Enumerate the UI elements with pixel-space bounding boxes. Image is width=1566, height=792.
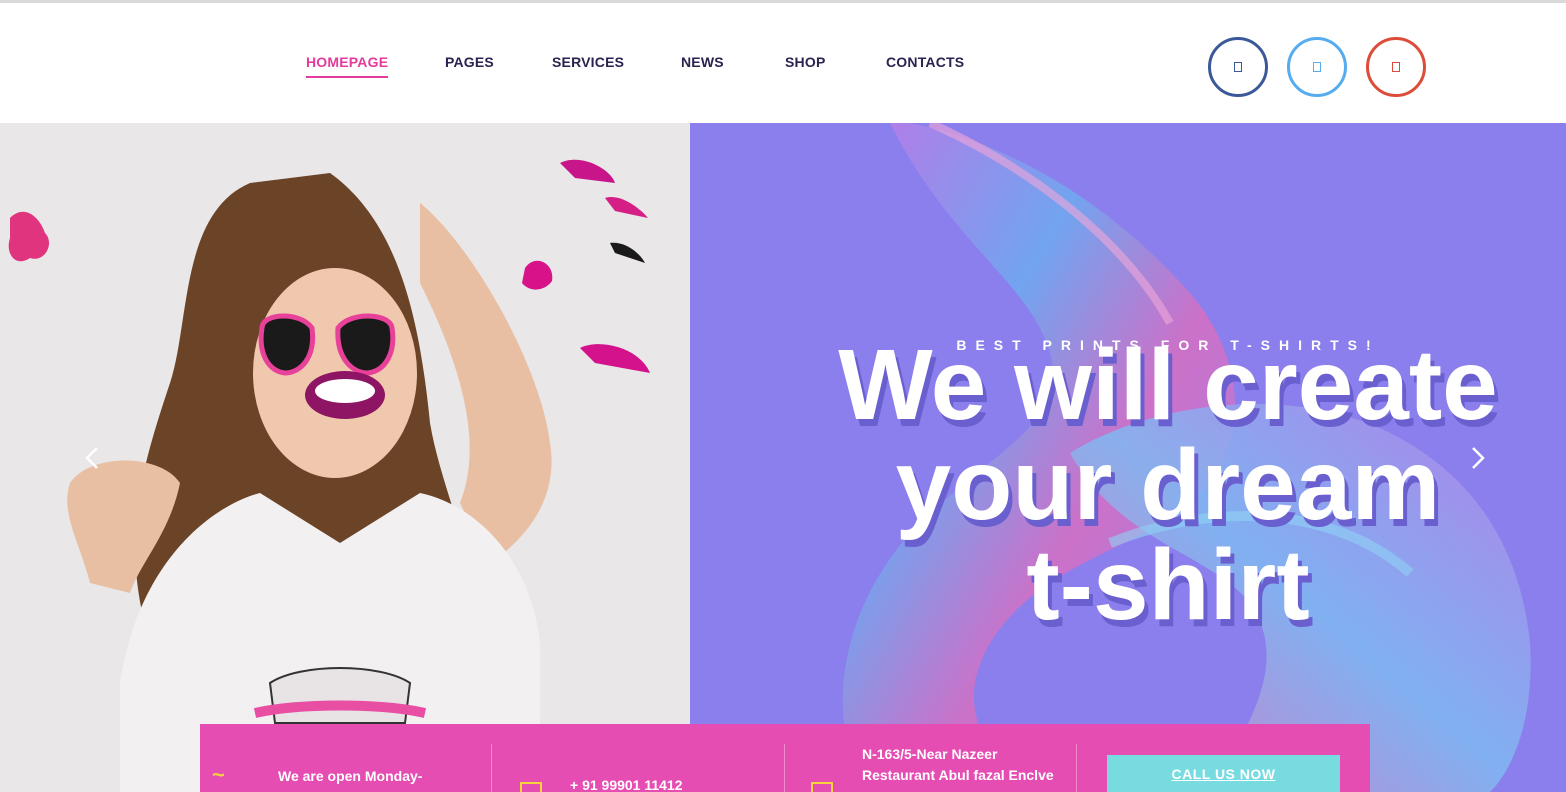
address-line-2: Restaurant Abul fazal Enclve: [862, 767, 1054, 783]
hero-text-block: BEST PRINTS FOR T-SHIRTS! We will create…: [690, 123, 1566, 792]
slider-next-button[interactable]: [1464, 445, 1490, 471]
chevron-right-icon: [1472, 447, 1485, 469]
address-line-1: N-163/5-Near Nazeer: [862, 746, 998, 762]
google-plus-icon: [1392, 62, 1400, 72]
opening-hours-text: We are open Monday-: [278, 768, 423, 784]
site-header: HOMEPAGE PAGES SERVICES NEWS SHOP CONTAC…: [0, 3, 1566, 123]
nav-services[interactable]: SERVICES: [552, 54, 624, 70]
twitter-button[interactable]: [1287, 37, 1347, 97]
facebook-icon: [1234, 62, 1242, 72]
hero-headline: We will create your dream t-shirt: [690, 335, 1566, 635]
phone-number[interactable]: + 91 99901 11412: [570, 775, 683, 792]
nav-news[interactable]: NEWS: [681, 54, 724, 70]
call-us-now-button[interactable]: CALL US NOW: [1107, 755, 1340, 792]
nav-homepage[interactable]: HOMEPAGE: [306, 54, 389, 78]
twitter-icon: [1313, 62, 1321, 72]
nav-contacts[interactable]: CONTACTS: [886, 54, 964, 70]
hero-slider: BEST PRINTS FOR T-SHIRTS! We will create…: [0, 123, 1566, 792]
headline-line-3: t-shirt: [1026, 529, 1310, 641]
nav-shop[interactable]: SHOP: [785, 54, 825, 70]
contact-info-bar: ~ We are open Monday- + 91 99901 11412 N…: [200, 724, 1370, 792]
google-plus-button[interactable]: [1366, 37, 1426, 97]
location-pin-icon: [811, 782, 833, 792]
headline-line-1: We will create: [838, 329, 1498, 441]
opening-hours: ~ We are open Monday-: [200, 724, 492, 792]
headline-line-2: your dream: [895, 429, 1441, 541]
nav-pages[interactable]: PAGES: [445, 54, 494, 70]
address-info: N-163/5-Near Nazeer Restaurant Abul faza…: [785, 724, 1077, 792]
facebook-button[interactable]: [1208, 37, 1268, 97]
chevron-left-icon: [85, 447, 98, 469]
slider-prev-button[interactable]: [80, 445, 106, 471]
phone-icon: [520, 782, 542, 792]
clock-icon: ~: [212, 762, 225, 787]
phone-info: + 91 99901 11412: [492, 724, 784, 792]
divider: [1076, 744, 1077, 792]
